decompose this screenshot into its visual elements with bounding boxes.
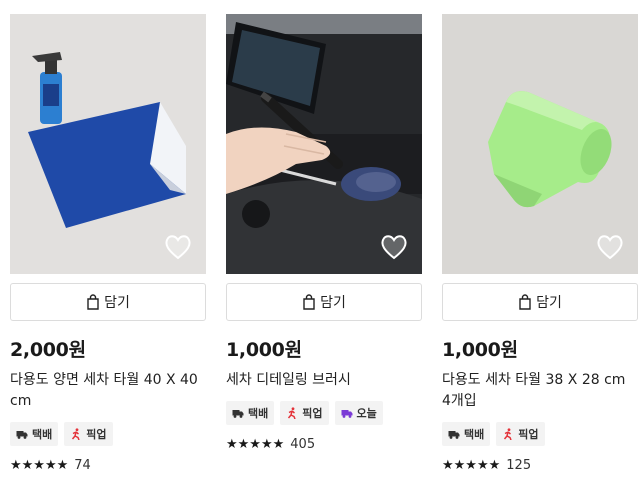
pickup-runner-icon — [288, 407, 296, 419]
today-delivery-badge: 오늘 — [334, 401, 383, 425]
product-title[interactable]: 다용도 세차 타월 38 X 28 cm 4개입 — [442, 370, 638, 412]
delivery-badge: 택배 — [442, 422, 491, 446]
heart-outline-icon[interactable] — [380, 234, 408, 260]
product-title[interactable]: 다용도 양면 세차 타월 40 X 40 cm — [10, 370, 206, 412]
product-image[interactable] — [10, 14, 206, 274]
product-image[interactable] — [226, 14, 422, 274]
star-rating: ★★★★★ — [226, 437, 285, 452]
rating: ★★★★★ 405 — [226, 437, 422, 452]
shopping-bag-icon — [519, 294, 531, 310]
star-rating: ★★★★★ — [10, 458, 69, 473]
review-count: 125 — [506, 458, 532, 473]
delivery-badges: 택배 픽업 — [10, 422, 206, 446]
pickup-badge: 픽업 — [64, 422, 113, 446]
add-to-cart-button[interactable]: 담기 — [10, 283, 206, 321]
today-delivery-icon — [341, 410, 352, 418]
delivery-badges: 택배 픽업 — [442, 422, 638, 446]
cart-button-label: 담기 — [320, 295, 346, 311]
product-grid: 담기 2,000원 다용도 양면 세차 타월 40 X 40 cm 택배 픽업 — [0, 0, 642, 484]
pickup-badge: 픽업 — [496, 422, 545, 446]
delivery-badges: 택배 픽업 오늘 — [226, 401, 422, 425]
cart-button-label: 담기 — [104, 295, 130, 311]
review-count: 405 — [290, 437, 316, 452]
heart-outline-icon[interactable] — [164, 234, 192, 260]
add-to-cart-button[interactable]: 담기 — [442, 283, 638, 321]
star-rating: ★★★★★ — [442, 458, 501, 473]
cart-button-label: 담기 — [536, 295, 562, 311]
pickup-badge: 픽업 — [280, 401, 329, 425]
add-to-cart-button[interactable]: 담기 — [226, 283, 422, 321]
shopping-bag-icon — [87, 294, 99, 310]
product-price: 2,000원 — [10, 339, 86, 361]
pickup-runner-icon — [72, 428, 80, 440]
product-price: 1,000원 — [442, 339, 518, 361]
shopping-bag-icon — [303, 294, 315, 310]
truck-icon — [448, 431, 460, 439]
product-price: 1,000원 — [226, 339, 302, 361]
review-count: 74 — [74, 458, 91, 473]
pickup-runner-icon — [504, 428, 512, 440]
heart-outline-icon[interactable] — [596, 234, 624, 260]
delivery-badge: 택배 — [10, 422, 59, 446]
delivery-badge: 택배 — [226, 401, 275, 425]
truck-icon — [232, 410, 244, 418]
truck-icon — [16, 431, 28, 439]
product-title[interactable]: 세차 디테일링 브러시 — [226, 370, 422, 391]
product-card[interactable]: 담기 2,000원 다용도 양면 세차 타월 40 X 40 cm 택배 픽업 — [10, 14, 206, 473]
product-image[interactable] — [442, 14, 638, 274]
rating: ★★★★★ 74 — [10, 458, 206, 473]
product-card[interactable]: 담기 1,000원 다용도 세차 타월 38 X 28 cm 4개입 택배 픽업 — [442, 14, 638, 473]
rating: ★★★★★ 125 — [442, 458, 638, 473]
product-card[interactable]: 담기 1,000원 세차 디테일링 브러시 택배 픽업 오늘 ★★★★★ 405 — [226, 14, 422, 452]
